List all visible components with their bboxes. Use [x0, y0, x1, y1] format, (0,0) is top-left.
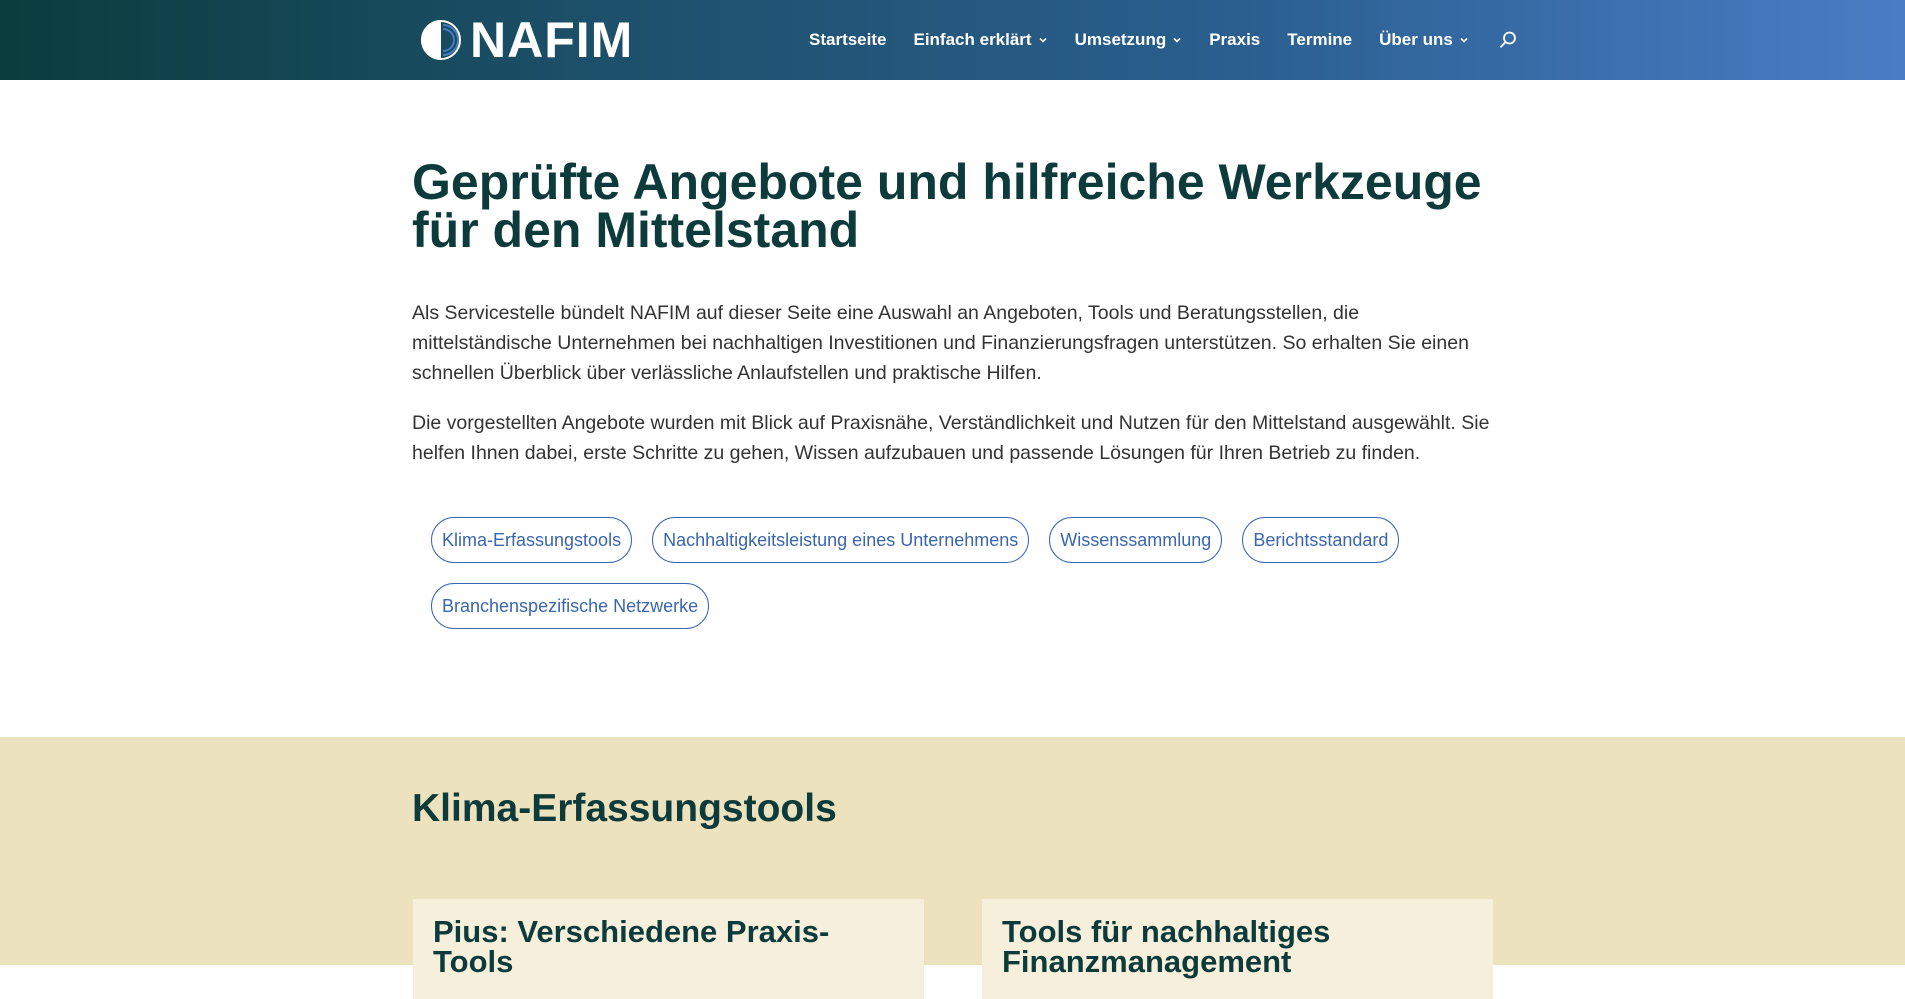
- intro-paragraph-1: Als Servicestelle bündelt NAFIM auf dies…: [412, 302, 1469, 384]
- chevron-down-icon: [1460, 37, 1468, 43]
- page-title: Geprüfte Angebote und hilfreiche Werkzeu…: [412, 154, 1482, 258]
- intro-header: Geprüfte Angebote und hilfreiche Werkzeu…: [412, 154, 1492, 258]
- intro-paragraph-2: Die vorgestellten Angebote wurden mit Bl…: [412, 412, 1490, 464]
- logo-text: NAFIM: [470, 12, 634, 68]
- logo[interactable]: NAFIM: [420, 12, 634, 68]
- nav-item-ueber-uns[interactable]: Über uns: [1379, 30, 1469, 50]
- tag-berichtsstandard[interactable]: Berichtsstandard: [1242, 517, 1400, 563]
- chevron-down-icon: [1039, 37, 1047, 43]
- nav-item-praxis[interactable]: Praxis: [1209, 30, 1260, 50]
- tag-branchenspezifische-netzwerke[interactable]: Branchenspezifische Netzwerke: [431, 583, 710, 629]
- chevron-down-icon: [1173, 37, 1181, 43]
- main-nav: Startseite Einfach erklärt Umsetzung Pra…: [809, 0, 1518, 80]
- nav-item-termine[interactable]: Termine: [1287, 30, 1352, 50]
- nafim-logo-icon: [421, 20, 461, 60]
- nav-item-label: Umsetzung: [1074, 30, 1167, 49]
- card-title: Pius: Verschiedene Praxis-Tools: [433, 914, 830, 979]
- tag-klima-erfassungstools[interactable]: Klima-Erfassungstools: [431, 517, 633, 563]
- category-tags: Klima-Erfassungstools Nachhaltigkeitslei…: [431, 517, 1511, 629]
- nav-item-label: Über uns: [1379, 30, 1453, 49]
- nav-item-label: Einfach erklärt: [913, 30, 1032, 49]
- card-title: Tools für nachhaltiges Finanzmanagement: [1002, 914, 1331, 979]
- tag-nachhaltigkeitsleistung[interactable]: Nachhaltigkeitsleistung eines Unternehme…: [652, 517, 1030, 563]
- nav-item-einfach-erklaert[interactable]: Einfach erklärt: [913, 30, 1047, 50]
- section-klima-erfassungstools: Klima-Erfassungstools Pius: Verschiedene…: [0, 737, 1905, 999]
- section-title: Klima-Erfassungstools: [412, 787, 837, 830]
- search-icon[interactable]: [1498, 30, 1518, 50]
- tool-card[interactable]: Pius: Verschiedene Praxis-Tools: [413, 899, 924, 999]
- nav-item-umsetzung[interactable]: Umsetzung: [1075, 30, 1183, 50]
- nav-item-startseite[interactable]: Startseite: [809, 30, 886, 50]
- tag-wissenssammlung[interactable]: Wissenssammlung: [1049, 517, 1223, 563]
- nav-item-label: Praxis: [1209, 30, 1261, 49]
- site-header: NAFIM Startseite Einfach erklärt Umsetzu…: [0, 0, 1905, 80]
- tool-card[interactable]: Tools für nachhaltiges Finanzmanagement: [982, 899, 1493, 999]
- nav-item-label: Startseite: [809, 30, 887, 49]
- nav-item-label: Termine: [1287, 30, 1353, 49]
